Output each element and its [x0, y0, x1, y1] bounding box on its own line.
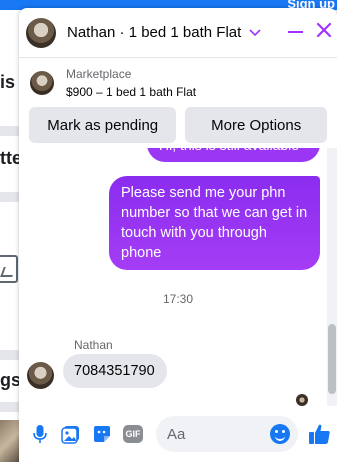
avatar[interactable]: [26, 17, 56, 48]
chat-window: Nathan · 1 bed 1 bath Flat Marketplace $…: [19, 8, 337, 462]
sender-name: Nathan: [74, 338, 113, 352]
gif-icon[interactable]: GIF: [122, 423, 144, 445]
listing-thumbnail[interactable]: [30, 70, 54, 95]
listing-actions: Mark as pending More Options: [19, 107, 337, 148]
chat-title[interactable]: Nathan · 1 bed 1 bath Flat: [67, 24, 241, 41]
mark-as-pending-button[interactable]: Mark as pending: [29, 107, 177, 143]
outgoing-message[interactable]: Please send me your phn number so that w…: [109, 176, 320, 270]
outgoing-message[interactable]: Hi, this is still available: [147, 148, 320, 162]
message-composer: GIF: [19, 406, 337, 462]
chevron-down-icon[interactable]: [249, 25, 261, 40]
microphone-icon[interactable]: [29, 423, 51, 445]
background-text-fragment: gs: [0, 370, 22, 390]
like-icon[interactable]: [307, 421, 333, 447]
background-divider: [0, 192, 20, 202]
scrollbar-thumb[interactable]: [328, 324, 336, 394]
incoming-message[interactable]: 7084351790: [63, 354, 167, 388]
seen-indicator-avatar: [296, 394, 308, 406]
background-divider: [0, 402, 20, 412]
emoji-icon[interactable]: [270, 424, 290, 444]
background-text-fragment: is: [0, 72, 16, 92]
image-placeholder-icon: [0, 255, 18, 283]
minimize-icon[interactable]: [285, 21, 307, 43]
message-timestamp: 17:30: [162, 292, 194, 306]
marketplace-listing[interactable]: Marketplace $900 – 1 bed 1 bath Flat: [19, 59, 337, 106]
close-icon[interactable]: [313, 21, 335, 43]
sender-avatar[interactable]: [27, 362, 54, 389]
sticker-icon[interactable]: [91, 423, 113, 445]
gif-label: GIF: [123, 425, 143, 443]
listing-title[interactable]: $900 – 1 bed 1 bath Flat: [66, 85, 196, 99]
message-input-wrapper: [156, 416, 298, 452]
image-icon[interactable]: [60, 423, 82, 445]
scrollbar[interactable]: [327, 148, 337, 406]
background-photo: [0, 420, 20, 462]
background-divider: [0, 350, 20, 360]
more-options-button[interactable]: More Options: [185, 107, 327, 143]
chat-header[interactable]: Nathan · 1 bed 1 bath Flat: [19, 8, 337, 58]
background-divider: [0, 126, 20, 136]
listing-label: Marketplace: [66, 66, 132, 81]
message-list[interactable]: Hi, this is still available Please send …: [19, 148, 337, 406]
